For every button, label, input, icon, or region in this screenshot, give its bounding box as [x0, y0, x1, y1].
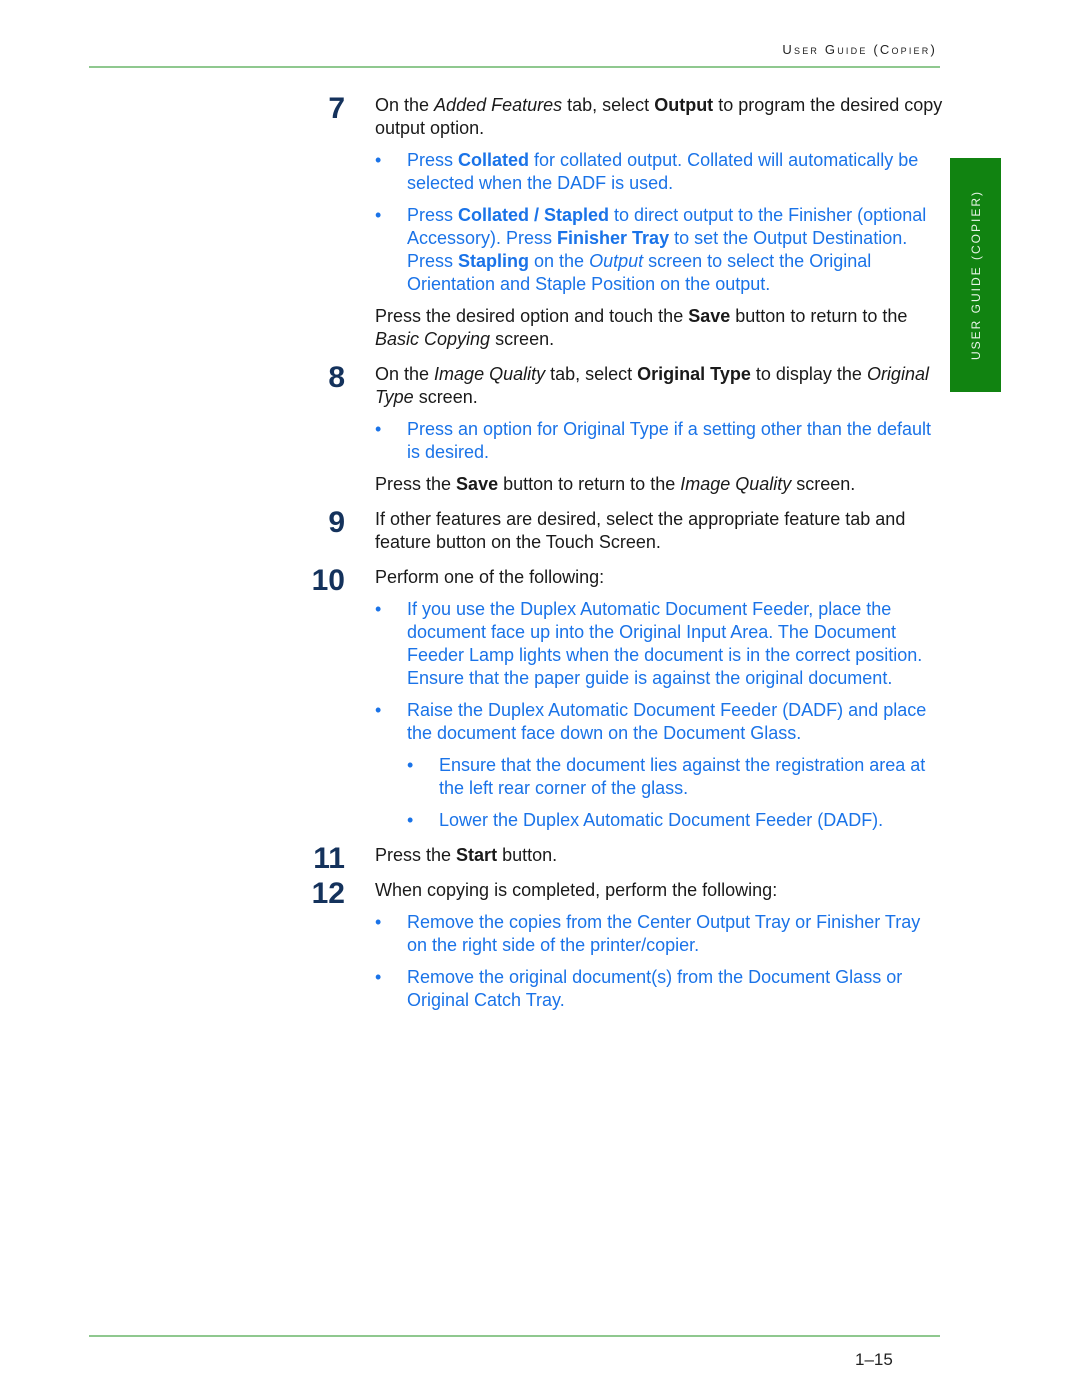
emphasis-italic: Basic Copying [375, 329, 491, 349]
step-followup: Press the Save button to return to the I… [375, 474, 856, 494]
bullet-item: Lower the Duplex Automatic Document Feed… [407, 809, 945, 832]
step-text: On the Image Quality tab, select Origina… [375, 364, 929, 407]
step-9: 9 If other features are desired, select t… [305, 508, 945, 554]
bullet-list: If you use the Duplex Automatic Document… [375, 598, 945, 745]
side-tab: USER GUIDE (COPIER) [950, 158, 1001, 392]
step-followup: Press the desired option and touch the S… [375, 306, 908, 349]
step-8: 8 On the Image Quality tab, select Origin… [305, 363, 945, 496]
header-title: User Guide (Copier) [782, 42, 937, 57]
bullet-item: Ensure that the document lies against th… [407, 754, 945, 800]
bullet-item: Press an option for Original Type if a s… [375, 418, 945, 464]
side-tab-label: USER GUIDE (COPIER) [968, 189, 983, 361]
step-number: 11 [313, 842, 345, 875]
instruction-steps: 7 On the Added Features tab, select Outpu… [305, 94, 945, 1021]
step-text: Perform one of the following: [375, 567, 605, 587]
emphasis-bold: Finisher Tray [557, 228, 670, 248]
emphasis-bold: Original Type [637, 364, 751, 384]
bullet-item: Press Collated / Stapled to direct outpu… [375, 204, 945, 296]
step-11: 11 Press the Start button. [305, 844, 945, 874]
page-number: 1–15 [855, 1350, 893, 1369]
bullet-item: Raise the Duplex Automatic Document Feed… [375, 699, 945, 745]
step-number: 10 [311, 564, 345, 597]
emphasis-italic: Output [589, 251, 644, 271]
step-number: 8 [328, 361, 345, 394]
step-text: On the Added Features tab, select Output… [375, 95, 943, 138]
bullet-item: Press Collated for collated output. Coll… [375, 149, 945, 195]
step-7: 7 On the Added Features tab, select Outpu… [305, 94, 945, 351]
emphasis-bold: Stapling [458, 251, 530, 271]
bullet-item: If you use the Duplex Automatic Document… [375, 598, 945, 690]
bullet-item: Remove the copies from the Center Output… [375, 911, 945, 957]
step-number: 12 [311, 877, 345, 910]
emphasis-italic: Added Features [434, 95, 563, 115]
step-number: 7 [328, 92, 345, 125]
emphasis-italic: Image Quality [434, 364, 546, 384]
emphasis-bold: Collated [458, 150, 530, 170]
step-10: 10 Perform one of the following: If you us… [305, 564, 945, 833]
emphasis-italic: Image Quality [680, 474, 792, 494]
step-text: Press the Start button. [375, 845, 558, 865]
emphasis-bold: Start [456, 845, 498, 865]
bullet-list: Remove the copies from the Center Output… [375, 911, 945, 1012]
header-rule [89, 66, 940, 68]
emphasis-bold: Save [688, 306, 731, 326]
step-12: 12 When copying is completed, perform the… [305, 879, 945, 1012]
bullet-item: Remove the original document(s) from the… [375, 966, 945, 1012]
step-number: 9 [328, 506, 345, 539]
emphasis-bold: Save [456, 474, 499, 494]
emphasis-bold: Output [654, 95, 714, 115]
emphasis-bold: Collated / Stapled [458, 205, 610, 225]
bullet-list: Press an option for Original Type if a s… [375, 418, 945, 464]
step-text: If other features are desired, select th… [375, 509, 906, 552]
step-text: When copying is completed, perform the f… [375, 880, 778, 900]
bullet-list: Press Collated for collated output. Coll… [375, 149, 945, 296]
footer-rule [89, 1335, 940, 1337]
bullet-list: Ensure that the document lies against th… [375, 754, 945, 832]
